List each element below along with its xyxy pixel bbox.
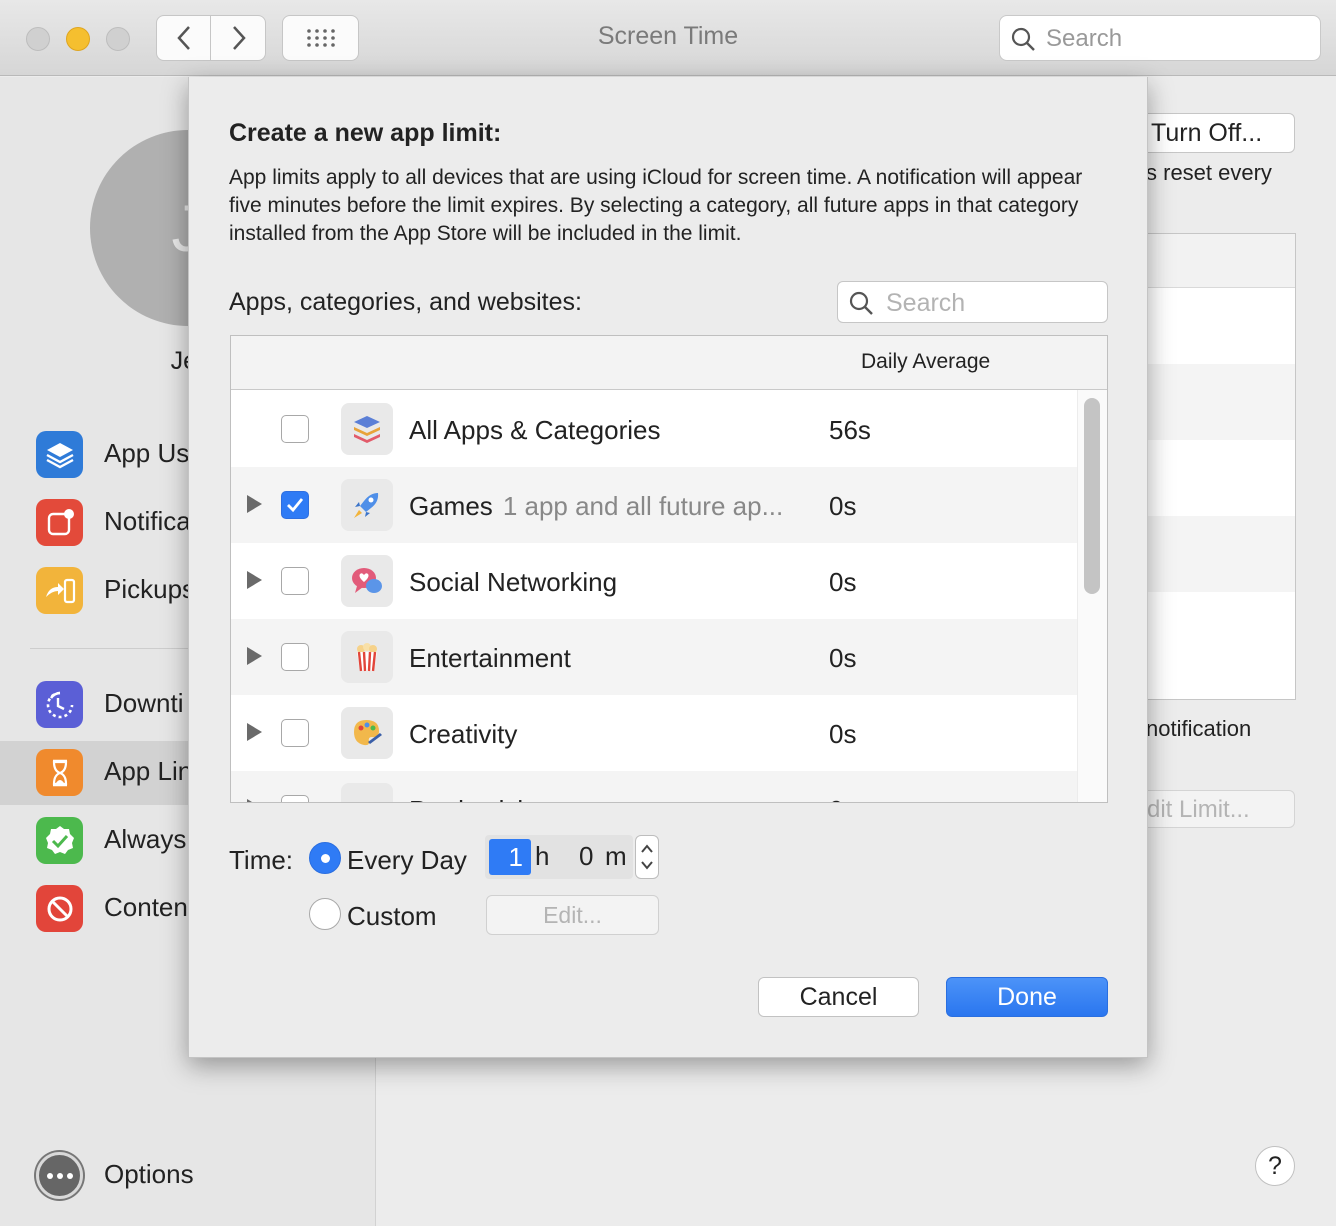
close-window-button[interactable]	[26, 27, 50, 51]
category-daily-average: 0s	[829, 643, 857, 673]
toolbar-search-field[interactable]: Search	[999, 15, 1321, 61]
options-button[interactable]: Options	[104, 1159, 194, 1190]
category-list: Daily Average All Apps & Categories 56s …	[230, 335, 1108, 803]
popcorn-icon	[341, 631, 393, 683]
window-titlebar: Screen Time Search	[0, 0, 1336, 76]
sidebar-item-label: App Us	[104, 438, 190, 468]
search-icon	[849, 291, 873, 315]
list-item: Creativity 0s	[231, 695, 1077, 771]
list-header: Daily Average	[231, 336, 1107, 390]
disclosure-triangle-icon[interactable]	[247, 647, 262, 665]
zoom-window-button[interactable]	[106, 27, 130, 51]
daily-average-column-header[interactable]: Daily Average	[861, 350, 990, 374]
time-limit-field[interactable]: 1 h 0 m	[485, 835, 633, 879]
sidebar-item-label: App Lin	[104, 756, 193, 786]
every-day-label[interactable]: Every Day	[347, 845, 467, 876]
show-all-button[interactable]	[282, 15, 359, 61]
reset-text: s reset every	[1146, 160, 1272, 185]
list-label: Apps, categories, and websites:	[229, 288, 582, 316]
category-name: Creativity	[409, 719, 518, 749]
category-daily-average: 56s	[829, 415, 871, 445]
layers-icon	[36, 431, 83, 478]
sidebar-item-label: Conten	[104, 892, 188, 922]
app-limit-sheet: Create a new app limit: App limits apply…	[188, 77, 1148, 1058]
disclosure-triangle-icon[interactable]	[247, 495, 262, 513]
chevron-left-icon	[176, 26, 190, 50]
search-icon	[1011, 27, 1035, 51]
minutes-unit: m	[605, 841, 627, 871]
custom-radio[interactable]	[309, 898, 341, 930]
category-subtitle: 1 app and all future ap...	[502, 491, 784, 521]
category-checkbox[interactable]	[281, 795, 309, 802]
toolbar-search-placeholder: Search	[1046, 25, 1123, 52]
pencil-icon	[341, 783, 393, 802]
stepper-arrows-icon	[641, 844, 653, 870]
checkmark-icon	[287, 498, 304, 513]
sidebar-item-label: Always	[104, 824, 187, 854]
grid-icon	[306, 29, 335, 47]
edit-schedule-button[interactable]: Edit...	[486, 895, 659, 935]
list-item: Productivity 0s	[231, 771, 1077, 802]
checkmark-badge-icon	[36, 817, 83, 864]
list-item: Entertainment 0s	[231, 619, 1077, 695]
category-checkbox[interactable]	[281, 643, 309, 671]
category-daily-average: 0s	[829, 795, 856, 802]
hourglass-icon	[36, 749, 83, 796]
category-checkbox[interactable]	[281, 567, 309, 595]
chat-heart-icon	[341, 555, 393, 607]
cancel-button[interactable]: Cancel	[758, 977, 919, 1017]
hours-input[interactable]: 1	[489, 839, 531, 875]
back-button[interactable]	[157, 16, 211, 60]
list-item: Games 1 app and all future ap... 0s	[231, 467, 1077, 543]
forward-button[interactable]	[212, 16, 266, 60]
palette-icon	[341, 707, 393, 759]
restriction-icon	[36, 885, 83, 932]
category-name: All Apps & Categories	[409, 415, 661, 445]
done-button[interactable]: Done	[946, 977, 1108, 1017]
category-daily-average: 0s	[829, 719, 857, 749]
disclosure-triangle-icon[interactable]	[247, 723, 262, 741]
list-scrollbar[interactable]	[1084, 398, 1100, 594]
sheet-description: App limits apply to all devices that are…	[229, 166, 1083, 245]
time-label: Time:	[229, 845, 294, 875]
disclosure-triangle-icon[interactable]	[247, 571, 262, 589]
category-name: Games 1 app and all future ap...	[409, 491, 784, 521]
category-name: Social Networking	[409, 567, 618, 597]
time-stepper[interactable]	[635, 835, 659, 879]
downtime-icon	[36, 681, 83, 728]
category-daily-average: 0s	[829, 567, 857, 597]
chevron-right-icon	[233, 26, 246, 50]
category-name: Entertainment	[409, 643, 571, 673]
disclosure-triangle-icon[interactable]	[247, 799, 262, 802]
list-item: All Apps & Categories 56s	[231, 391, 1077, 467]
notification-icon	[36, 499, 83, 546]
help-button[interactable]: ?	[1255, 1146, 1295, 1186]
notification-text: notification	[1146, 716, 1252, 741]
category-checkbox[interactable]	[281, 719, 309, 747]
sidebar-item-label: Downti	[104, 688, 184, 718]
custom-label[interactable]: Custom	[347, 901, 437, 932]
category-daily-average: 0s	[829, 491, 857, 521]
category-search-input[interactable]: Search	[837, 281, 1108, 323]
stack-icon	[341, 403, 393, 455]
category-search-placeholder: Search	[886, 289, 966, 317]
minimize-window-button[interactable]	[66, 27, 90, 51]
sheet-title: Create a new app limit:	[229, 119, 502, 147]
category-name: Productivity	[409, 795, 543, 802]
pickup-icon	[36, 567, 83, 614]
sidebar-item-label: Pickups	[104, 574, 196, 604]
rocket-icon	[341, 479, 393, 531]
minutes-input[interactable]: 0	[579, 841, 593, 872]
every-day-radio[interactable]	[309, 842, 341, 874]
navigation-buttons	[156, 15, 266, 61]
options-icon[interactable]	[36, 1152, 83, 1199]
category-checkbox[interactable]	[281, 491, 309, 519]
window-title: Screen Time	[597, 22, 739, 50]
hours-unit: h	[535, 841, 550, 871]
list-item: Social Networking 0s	[231, 543, 1077, 619]
sidebar-item-label: Notifica	[104, 506, 191, 536]
category-checkbox[interactable]	[281, 415, 309, 443]
